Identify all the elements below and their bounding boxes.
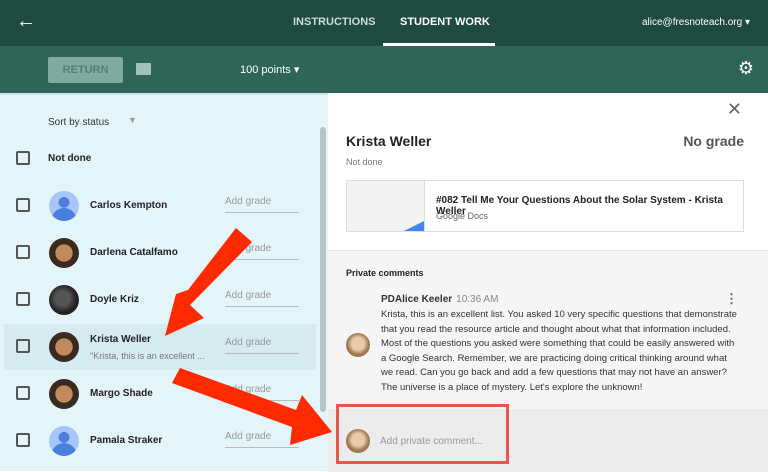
chevron-down-icon[interactable]: ▼	[128, 115, 137, 125]
doc-thumbnail	[347, 181, 425, 231]
student-name: Carlos Kempton	[90, 200, 168, 211]
gear-icon[interactable]: ⚙	[738, 58, 754, 79]
grade-input[interactable]: Add grade	[225, 287, 299, 307]
return-button[interactable]: RETURN	[48, 57, 123, 83]
attachment-card[interactable]: #082 Tell Me Your Questions About the So…	[346, 180, 744, 232]
grade-input[interactable]: Add grade	[225, 193, 299, 213]
student-checkbox[interactable]	[16, 386, 30, 400]
attachment-type: Google Docs	[436, 211, 489, 221]
comment-author: PDAlice Keeler 10:36 AM	[381, 294, 498, 305]
student-name: Doyle Kriz	[90, 294, 139, 305]
arrow-left-icon[interactable]: ←	[16, 10, 36, 33]
status-text: Not done	[346, 157, 383, 167]
group-not-done: Not done	[4, 136, 316, 182]
student-row[interactable]: Krista Weller "Krista, this is an excell…	[4, 324, 316, 370]
student-name: Margo Shade	[90, 388, 153, 399]
student-list: Sort by status ▼ Not done Carlos Kempton…	[0, 93, 328, 471]
close-icon[interactable]: ✕	[727, 99, 742, 120]
select-all-checkbox[interactable]	[16, 151, 30, 165]
student-row[interactable]: Doyle Kriz Add grade	[4, 277, 316, 323]
toolbar: RETURN 100 points ▾ ⚙	[0, 46, 768, 93]
avatar	[49, 332, 79, 362]
student-checkbox[interactable]	[16, 339, 30, 353]
comment-text: Krista, this is an excellent list. You a…	[381, 309, 737, 393]
grade-input[interactable]: Add grade	[225, 428, 299, 448]
student-checkbox[interactable]	[16, 292, 30, 306]
group-label: Not done	[48, 153, 92, 164]
grade-value[interactable]: No grade	[683, 133, 744, 149]
avatar	[49, 379, 79, 409]
app-header: ← INSTRUCTIONS STUDENT WORK alice@fresno…	[0, 0, 768, 46]
student-row[interactable]: Margo Shade Add grade	[4, 371, 316, 417]
student-checkbox[interactable]	[16, 198, 30, 212]
student-name: Pamala Straker	[90, 435, 163, 446]
sort-dropdown[interactable]: Sort by status	[48, 117, 109, 128]
student-name: Krista Weller	[346, 133, 432, 149]
author-name: PDAlice Keeler	[381, 294, 453, 305]
account-menu[interactable]: alice@fresnoteach.org ▾	[642, 17, 750, 28]
mail-icon[interactable]	[136, 63, 151, 75]
student-row[interactable]: Pamala Straker Add grade	[4, 418, 316, 464]
student-row[interactable]: Darlena Catalfamo Add grade	[4, 230, 316, 276]
student-name: Krista Weller	[90, 334, 151, 345]
grade-input[interactable]: Add grade	[225, 334, 299, 354]
tab-student-work[interactable]: STUDENT WORK	[400, 16, 490, 28]
avatar	[49, 191, 79, 221]
scrollbar[interactable]	[320, 127, 326, 412]
avatar	[49, 285, 79, 315]
student-checkbox[interactable]	[16, 245, 30, 259]
tab-instructions[interactable]: INSTRUCTIONS	[293, 16, 376, 28]
more-vert-icon[interactable]: ⋮	[725, 291, 738, 307]
student-checkbox[interactable]	[16, 433, 30, 447]
points-dropdown[interactable]: 100 points ▾	[240, 63, 299, 76]
grade-input[interactable]: Add grade	[225, 381, 299, 401]
student-row[interactable]: Carlos Kempton Add grade	[4, 183, 316, 229]
comment-time: 10:36 AM	[456, 294, 499, 305]
student-name: Darlena Catalfamo	[90, 247, 178, 258]
comments-header: Private comments	[346, 268, 424, 278]
grade-input[interactable]: Add grade	[225, 240, 299, 260]
avatar	[49, 238, 79, 268]
highlight-box	[336, 404, 509, 464]
comment-snippet: "Krista, this is an excellent ...	[90, 351, 205, 361]
avatar	[346, 333, 370, 357]
avatar	[49, 426, 79, 456]
